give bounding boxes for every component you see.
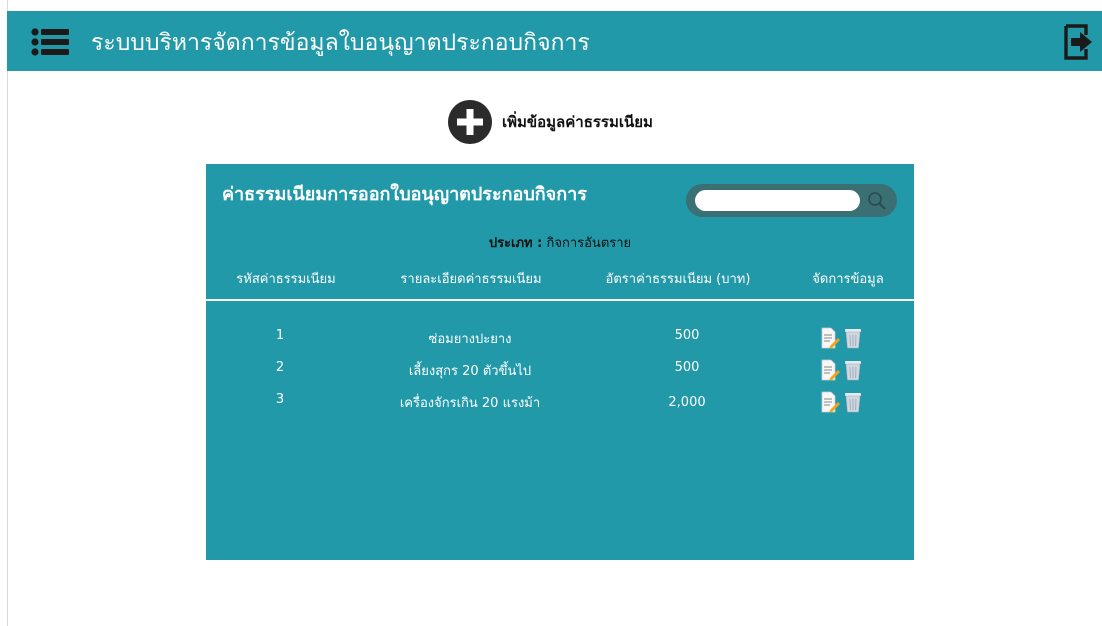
column-header-manage: จัดการข้อมูล: [812, 272, 884, 287]
row-detail: ซ่อมยางปะยาง: [428, 332, 512, 347]
row-code: 3: [275, 392, 285, 407]
row-code: 1: [275, 328, 285, 343]
trash-icon[interactable]: [843, 359, 863, 381]
column-header-code: รหัสค่าธรรมเนียม: [236, 272, 336, 287]
row-detail: เลี้ยงสุกร 20 ตัวขึ้นไป: [408, 364, 532, 379]
row-rate: 500: [674, 360, 700, 375]
list-menu-icon[interactable]: [31, 28, 69, 56]
fee-panel: ค่าธรรมเนียมการออกใบอนุญาตประกอบกิจการ ป…: [206, 164, 914, 560]
add-fee-button[interactable]: เพิ่มข้อมูลค่าธรรมเนียม: [448, 100, 653, 144]
add-fee-label: เพิ่มข้อมูลค่าธรรมเนียม: [502, 113, 653, 131]
edit-icon[interactable]: [820, 327, 840, 349]
table-row: 2 เลี้ยงสุกร 20 ตัวขึ้นไป 500: [206, 359, 914, 386]
column-header-detail: รายละเอียดค่าธรรมเนียม: [400, 272, 542, 287]
search-icon[interactable]: [867, 191, 887, 211]
type-line: ประเภท : กิจการอันตราย: [206, 232, 914, 253]
type-value: กิจการอันตราย: [546, 236, 632, 251]
logout-icon[interactable]: [1062, 24, 1094, 60]
table-row: 3 เครื่องจักรเกิน 20 แรงม้า 2,000: [206, 391, 914, 418]
edit-icon[interactable]: [820, 359, 840, 381]
search-input[interactable]: [695, 190, 860, 211]
trash-icon[interactable]: [843, 391, 863, 413]
table-row: 1 ซ่อมยางปะยาง 500: [206, 327, 914, 354]
top-bar: ระบบบริหารจัดการข้อมูลใบอนุญาตประกอบกิจก…: [7, 11, 1102, 71]
row-detail: เครื่องจักรเกิน 20 แรงม้า: [399, 396, 541, 411]
search-box: [686, 184, 897, 217]
row-rate: 2,000: [668, 395, 706, 410]
trash-icon[interactable]: [843, 327, 863, 349]
column-header-rate: อัตราค่าธรรมเนียม (บาท): [605, 272, 751, 287]
panel-title: ค่าธรรมเนียมการออกใบอนุญาตประกอบกิจการ: [222, 184, 587, 205]
edit-icon[interactable]: [820, 391, 840, 413]
type-label: ประเภท :: [488, 236, 543, 251]
row-rate: 500: [674, 328, 700, 343]
header-divider: [206, 299, 914, 301]
page-left-border: [7, 0, 8, 626]
app-title: ระบบบริหารจัดการข้อมูลใบอนุญาตประกอบกิจก…: [91, 30, 590, 56]
row-code: 2: [275, 360, 285, 375]
plus-circle-icon: [448, 100, 492, 144]
